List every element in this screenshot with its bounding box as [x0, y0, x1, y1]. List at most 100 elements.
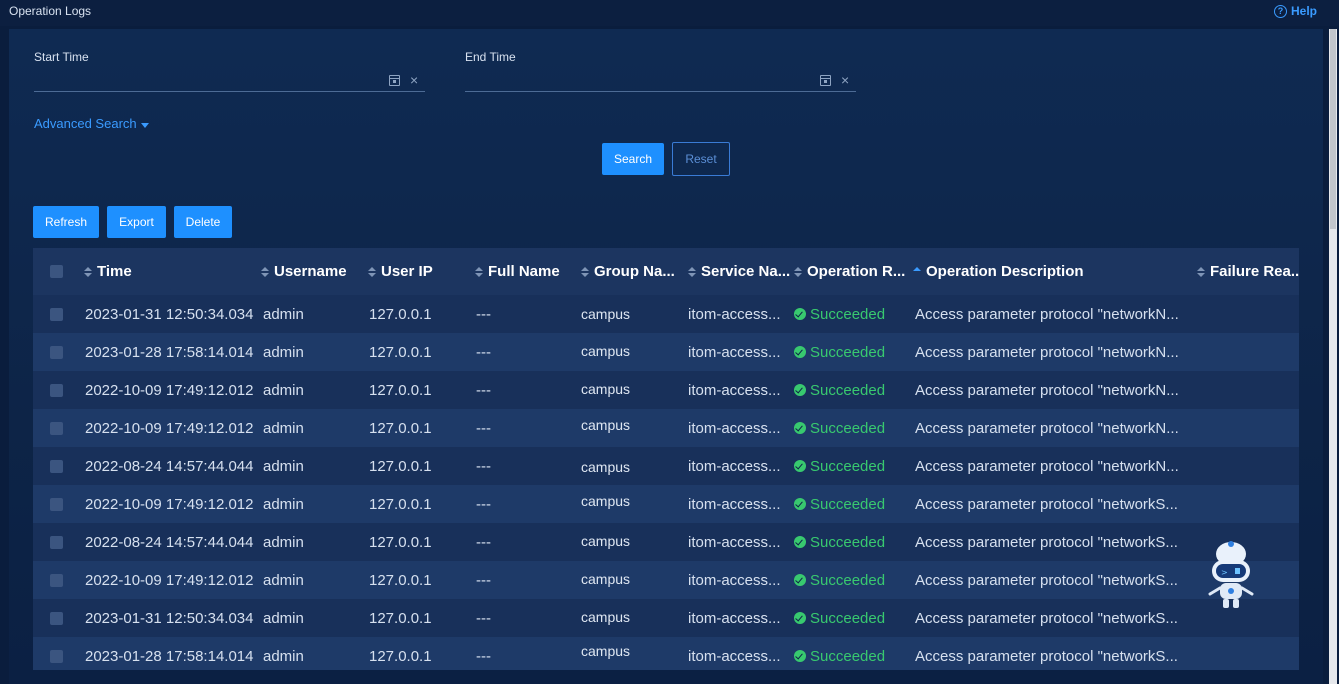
advanced-search-toggle[interactable]: Advanced Search: [34, 116, 149, 131]
end-time-input[interactable]: [465, 72, 805, 92]
cell-user-ip: 127.0.0.1: [369, 647, 432, 665]
column-header-group-name[interactable]: Group Na...: [581, 248, 681, 295]
row-checkbox[interactable]: [50, 536, 63, 549]
cell-user-ip: 127.0.0.1: [369, 457, 432, 475]
table-row[interactable]: 2023-01-28 17:58:14.014 admin 127.0.0.1 ---…: [33, 637, 1299, 670]
cell-username: admin: [263, 305, 304, 323]
cell-operation-description: Access parameter protocol "networkS...: [915, 533, 1178, 551]
cell-time: 2022-08-24 14:57:44.044: [85, 457, 254, 475]
cell-operation-description: Access parameter protocol "networkS...: [915, 647, 1178, 665]
cell-operation-result: Succeeded: [794, 333, 909, 371]
cell-group-name: campus: [581, 306, 631, 322]
check-circle-icon: [794, 384, 806, 396]
cell-service-name: itom-access...: [688, 343, 781, 361]
calendar-icon[interactable]: [389, 75, 400, 86]
cell-operation-description: Access parameter protocol "networkN...: [915, 457, 1179, 475]
clear-icon[interactable]: ×: [841, 72, 849, 88]
row-checkbox[interactable]: [50, 308, 63, 321]
cell-full-name: ---: [476, 305, 491, 323]
row-checkbox[interactable]: [50, 498, 63, 511]
chevron-down-icon: [140, 122, 149, 128]
table-row[interactable]: 2022-08-24 14:57:44.044 admin 127.0.0.1 ---…: [33, 523, 1299, 561]
sort-icon: [475, 266, 483, 277]
table-row[interactable]: 2022-08-24 14:57:44.044 admin 127.0.0.1 ---…: [33, 447, 1299, 485]
cell-operation-description: Access parameter protocol "networkN...: [915, 343, 1179, 361]
sort-ascending-icon: [913, 266, 921, 277]
cell-group-name: campus: [581, 459, 631, 475]
cell-failure-reason: [1197, 409, 1297, 447]
cell-time: 2022-10-09 17:49:12.012: [85, 419, 254, 437]
start-time-label: Start Time: [34, 50, 89, 64]
row-checkbox[interactable]: [50, 384, 63, 397]
column-header-full-name[interactable]: Full Name: [475, 248, 575, 295]
status-badge: Succeeded: [794, 610, 885, 627]
help-link[interactable]: ? Help: [1273, 4, 1317, 18]
help-label: Help: [1290, 4, 1317, 18]
page-scrollbar[interactable]: [1329, 29, 1337, 684]
scrollbar-thumb[interactable]: [1330, 29, 1336, 229]
row-checkbox[interactable]: [50, 346, 63, 359]
row-checkbox[interactable]: [50, 460, 63, 473]
cell-time: 2023-01-28 17:58:14.014: [85, 343, 254, 361]
check-circle-icon: [794, 308, 806, 320]
cell-operation-result: Succeeded: [794, 523, 909, 561]
cell-service-name: itom-access...: [688, 457, 781, 475]
table-row[interactable]: 2022-10-09 17:49:12.012 admin 127.0.0.1 ---…: [33, 371, 1299, 409]
robot-assistant-icon[interactable]: >: [1202, 538, 1260, 614]
cell-username: admin: [263, 609, 304, 627]
cell-full-name: ---: [476, 609, 491, 627]
row-checkbox[interactable]: [50, 650, 63, 663]
clear-icon[interactable]: ×: [410, 72, 418, 88]
cell-user-ip: 127.0.0.1: [369, 495, 432, 513]
status-badge: Succeeded: [794, 534, 885, 551]
column-header-username[interactable]: Username: [261, 248, 361, 295]
status-badge: Succeeded: [794, 382, 885, 399]
cell-service-name: itom-access...: [688, 609, 781, 627]
cell-full-name: ---: [476, 495, 491, 513]
cell-service-name: itom-access...: [688, 495, 781, 513]
select-all-checkbox[interactable]: [50, 265, 63, 278]
cell-full-name: ---: [476, 571, 491, 589]
sort-icon: [368, 266, 376, 277]
table-row[interactable]: 2022-10-09 17:49:12.012 admin 127.0.0.1 ---…: [33, 561, 1299, 599]
column-header-operation-result[interactable]: Operation R...: [794, 248, 906, 295]
reset-button[interactable]: Reset: [672, 142, 730, 176]
operation-log-table: Time Username User IP Full Name Group Na…: [33, 248, 1299, 670]
column-header-user-ip[interactable]: User IP: [368, 248, 468, 295]
column-header-failure-reason[interactable]: Failure Rea...: [1197, 248, 1299, 295]
column-header-time[interactable]: Time: [84, 248, 254, 295]
cell-operation-result: Succeeded: [794, 599, 909, 637]
cell-username: admin: [263, 571, 304, 589]
table-row[interactable]: 2023-01-28 17:58:14.014 admin 127.0.0.1 ---…: [33, 333, 1299, 371]
delete-button[interactable]: Delete: [174, 206, 232, 238]
cell-time: 2023-01-28 17:58:14.014: [85, 647, 254, 665]
calendar-icon[interactable]: [820, 75, 831, 86]
cell-full-name: ---: [476, 647, 491, 665]
export-button[interactable]: Export: [107, 206, 166, 238]
end-time-label: End Time: [465, 50, 516, 64]
table-row[interactable]: 2023-01-31 12:50:34.034 admin 127.0.0.1 ---…: [33, 295, 1299, 333]
cell-failure-reason: [1197, 295, 1297, 333]
refresh-button[interactable]: Refresh: [33, 206, 99, 238]
page-title: Operation Logs: [9, 4, 92, 18]
table-row[interactable]: 2022-10-09 17:49:12.012 admin 127.0.0.1 ---…: [33, 485, 1299, 523]
row-checkbox[interactable]: [50, 422, 63, 435]
table-row[interactable]: 2022-10-09 17:49:12.012 admin 127.0.0.1 ---…: [33, 409, 1299, 447]
cell-username: admin: [263, 457, 304, 475]
cell-group-name: campus: [581, 343, 631, 359]
search-button[interactable]: Search: [602, 143, 664, 175]
column-header-service-name[interactable]: Service Na...: [688, 248, 790, 295]
cell-username: admin: [263, 495, 304, 513]
cell-user-ip: 127.0.0.1: [369, 533, 432, 551]
check-circle-icon: [794, 574, 806, 586]
start-time-input[interactable]: [34, 72, 374, 92]
column-header-operation-description[interactable]: Operation Description: [913, 248, 1193, 295]
end-time-field: ×: [465, 72, 856, 92]
status-badge: Succeeded: [794, 420, 885, 437]
check-circle-icon: [794, 536, 806, 548]
row-checkbox[interactable]: [50, 574, 63, 587]
cell-service-name: itom-access...: [688, 533, 781, 551]
row-checkbox[interactable]: [50, 612, 63, 625]
cell-username: admin: [263, 419, 304, 437]
check-circle-icon: [794, 612, 806, 624]
